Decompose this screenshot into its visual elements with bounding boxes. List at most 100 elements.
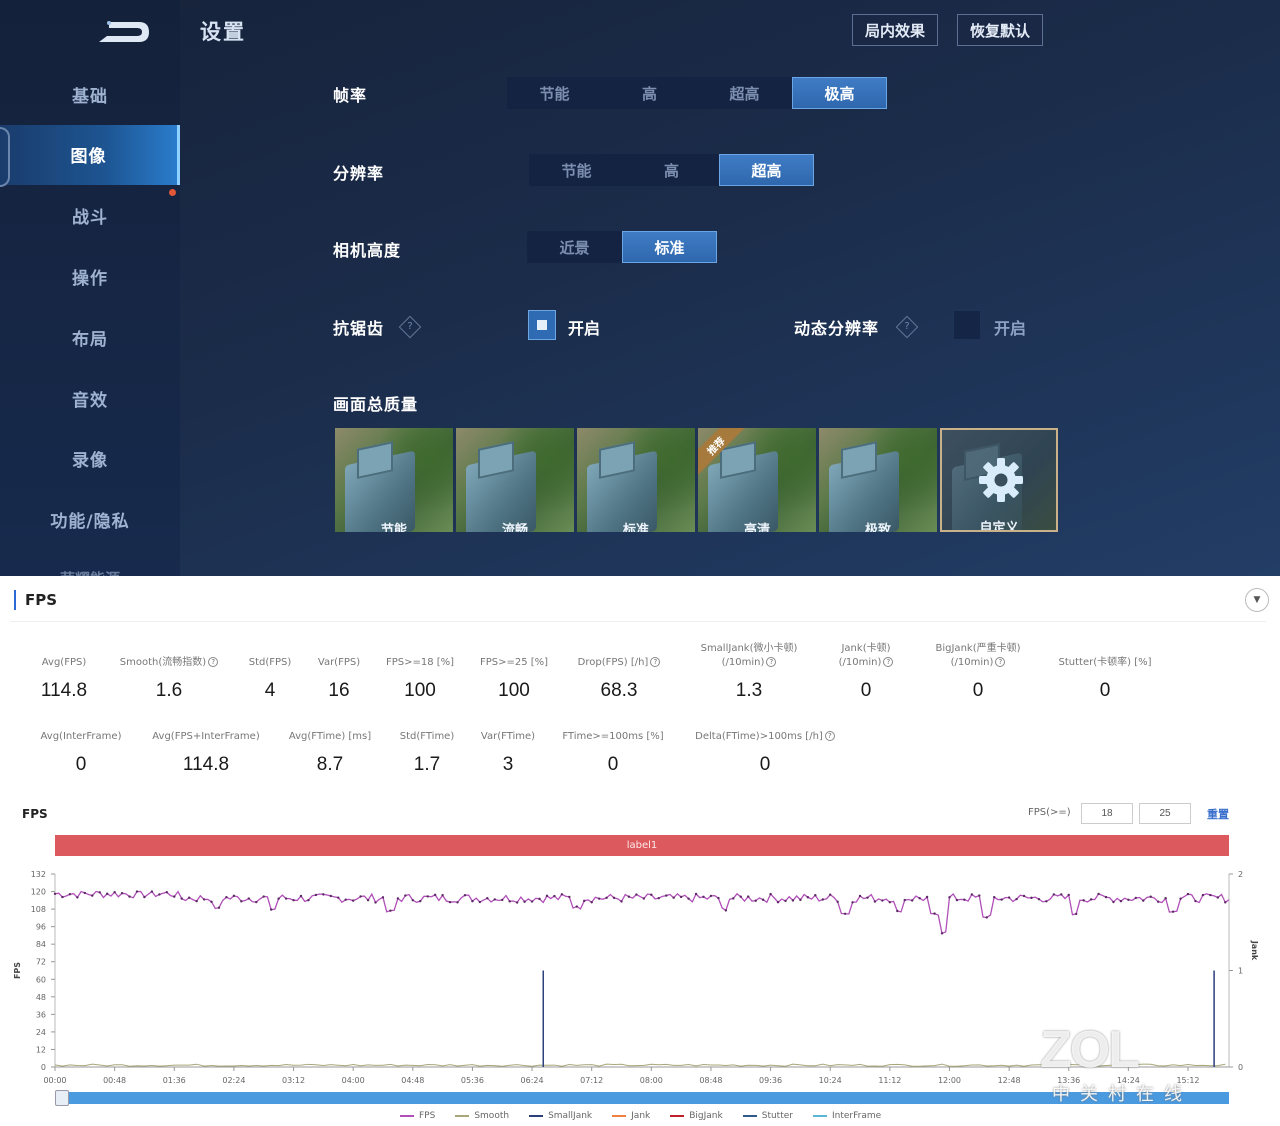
resolution-option[interactable]: 节能 bbox=[529, 154, 624, 186]
sidebar-item-1[interactable]: 图像 bbox=[0, 124, 180, 187]
fps-point bbox=[896, 909, 899, 913]
divider bbox=[10, 621, 1266, 622]
fps-point bbox=[1060, 893, 1063, 896]
frame-rate-selector: 节能高超高 极高 bbox=[507, 77, 887, 109]
dynamic-resolution-checkbox[interactable] bbox=[953, 310, 981, 340]
legend-item[interactable]: Stutter bbox=[742, 1111, 793, 1121]
fps-point bbox=[933, 912, 936, 915]
sidebar-item-0[interactable]: 基础 bbox=[0, 64, 180, 124]
fps-point bbox=[761, 898, 765, 901]
sidebar-item-6[interactable]: 录像 bbox=[0, 429, 180, 489]
camera-height-label: 相机高度 bbox=[333, 241, 402, 260]
frame-rate-option[interactable]: 极高 bbox=[792, 77, 887, 109]
fps-point bbox=[791, 899, 795, 902]
help-icon[interactable]: ? bbox=[883, 657, 894, 667]
quality-preset[interactable]: 极致 bbox=[819, 428, 937, 532]
sidebar-item-5[interactable]: 音效 bbox=[0, 368, 180, 428]
stat-value: 0 bbox=[972, 680, 984, 701]
frame-rate-option[interactable]: 高 bbox=[602, 77, 697, 109]
restore-defaults-button[interactable]: 恢复默认 bbox=[957, 14, 1044, 46]
fps-point bbox=[948, 896, 951, 899]
fps-point bbox=[165, 891, 169, 894]
reset-button[interactable]: 重置 bbox=[1207, 806, 1229, 822]
dynamic-resolution-help-icon[interactable]: ? bbox=[895, 315, 919, 339]
fps-point bbox=[1179, 897, 1182, 900]
fps-point bbox=[814, 894, 817, 897]
legend-item[interactable]: SmallJank bbox=[529, 1111, 592, 1121]
legend-item[interactable]: FPS bbox=[400, 1111, 435, 1121]
quality-preset[interactable]: 流畅 bbox=[456, 428, 574, 532]
sidebar-item-cutoff[interactable]: 荣耀能源 bbox=[60, 568, 120, 576]
stat-label-line: Avg(InterFrame) bbox=[40, 731, 122, 742]
camera-height-option[interactable]: 近景 bbox=[527, 231, 622, 263]
fps-point bbox=[486, 897, 489, 900]
legend-label: InterFrame bbox=[831, 1111, 882, 1121]
fps-point bbox=[881, 899, 884, 902]
fps-point bbox=[247, 897, 251, 900]
sidebar-item-2[interactable]: 战斗 bbox=[0, 186, 180, 246]
in-game-effect-button[interactable]: 局内效果 bbox=[852, 14, 939, 46]
fps-point bbox=[120, 892, 124, 895]
help-icon[interactable]: ? bbox=[995, 657, 1006, 667]
y-tick-label: 48 bbox=[36, 993, 46, 1002]
x-tick-label: 05:36 bbox=[461, 1076, 484, 1085]
back-arrow-icon[interactable] bbox=[95, 18, 151, 46]
fps-threshold-2-input[interactable] bbox=[1139, 803, 1191, 824]
frame-rate-option[interactable]: 超高 bbox=[697, 77, 792, 109]
anti-aliasing-checkbox[interactable] bbox=[528, 310, 556, 340]
fps-point bbox=[478, 900, 482, 904]
fps-point bbox=[993, 895, 996, 899]
stat-value: 0 bbox=[1099, 680, 1111, 701]
help-icon[interactable]: ? bbox=[766, 657, 777, 667]
stat-label-line: BigJank(严重卡顿) bbox=[935, 643, 1021, 654]
legend-item[interactable]: InterFrame bbox=[812, 1111, 882, 1121]
y-tick-label: 84 bbox=[36, 940, 46, 949]
section-title: FPS bbox=[14, 590, 57, 610]
fps-point bbox=[471, 900, 474, 903]
label-bar[interactable]: label1 bbox=[55, 835, 1229, 856]
collapse-toggle[interactable]: ▼ bbox=[1245, 588, 1269, 612]
anti-aliasing-help-icon[interactable]: ? bbox=[398, 315, 422, 339]
resolution-option[interactable]: 超高 bbox=[719, 154, 814, 186]
sidebar-item-label: 布局 bbox=[72, 329, 108, 350]
quality-preset[interactable]: 节能 bbox=[335, 428, 453, 532]
fps-point bbox=[322, 893, 325, 896]
stat-label: Avg(InterFrame) bbox=[11, 716, 151, 744]
fps-threshold-1-input[interactable] bbox=[1081, 803, 1133, 824]
x-tick-label: 09:36 bbox=[759, 1076, 782, 1085]
legend-label: Stutter bbox=[761, 1111, 793, 1121]
fps-point bbox=[1000, 898, 1003, 901]
help-icon[interactable]: ? bbox=[824, 731, 835, 741]
fps-point bbox=[866, 896, 869, 899]
fps-point bbox=[493, 898, 496, 901]
game-settings-panel: 基础图像战斗操作布局音效录像功能/隐私 荣耀能源 设置 局内效果 恢复默认 帧率… bbox=[0, 0, 1280, 576]
resolution-option[interactable]: 高 bbox=[624, 154, 719, 186]
quality-preset[interactable]: 推荐 高清 bbox=[698, 428, 816, 532]
fps-point bbox=[650, 893, 653, 896]
fps-point bbox=[590, 901, 593, 904]
quality-preset[interactable]: 自定义 bbox=[940, 428, 1058, 532]
legend-item[interactable]: BigJank bbox=[670, 1111, 723, 1121]
quality-preset[interactable]: 标准 bbox=[577, 428, 695, 532]
fps-point bbox=[1082, 899, 1085, 902]
fps-point bbox=[627, 895, 631, 898]
camera-height-option[interactable]: 标准 bbox=[622, 231, 717, 263]
sidebar-item-7[interactable]: 功能/隐私 bbox=[0, 490, 180, 550]
legend-item[interactable]: Smooth bbox=[455, 1111, 509, 1121]
fps-point bbox=[568, 895, 571, 899]
fps-point bbox=[545, 894, 549, 898]
fps-point bbox=[679, 895, 683, 899]
fps-point bbox=[225, 896, 228, 899]
preset-label: 自定义 bbox=[979, 521, 1019, 532]
stat-label-line: (/10min)? bbox=[908, 656, 1048, 670]
y-tick-label: 72 bbox=[36, 958, 46, 967]
sidebar-item-4[interactable]: 布局 bbox=[0, 307, 180, 367]
legend-label: SmallJank bbox=[548, 1111, 593, 1121]
sidebar-item-3[interactable]: 操作 bbox=[0, 246, 180, 306]
fps-point bbox=[597, 897, 601, 900]
help-icon[interactable]: ? bbox=[650, 657, 661, 667]
slider-handle[interactable] bbox=[55, 1090, 69, 1106]
frame-rate-option[interactable]: 节能 bbox=[507, 77, 602, 109]
fps-point bbox=[717, 896, 720, 900]
legend-item[interactable]: Jank bbox=[612, 1111, 650, 1121]
